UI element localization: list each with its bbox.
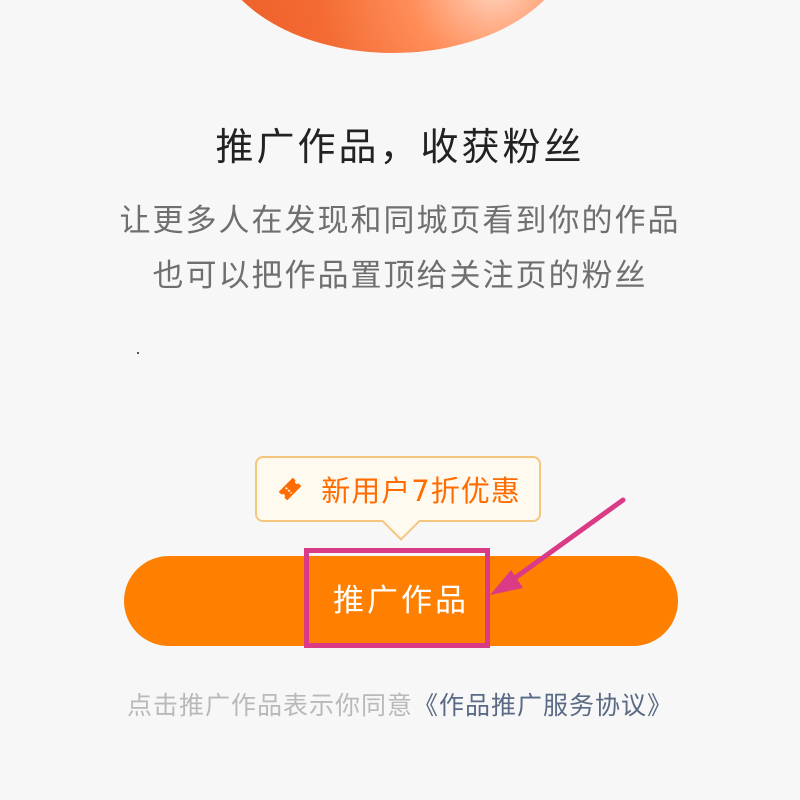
agreement-prefix: 点击推广作品表示你同意	[126, 691, 413, 720]
hero-illustration	[212, 0, 574, 53]
agreement-text: 点击推广作品表示你同意《作品推广服务协议》	[0, 689, 800, 723]
promote-work-button-label: 推广作品	[333, 583, 469, 619]
description-line-2: 也可以把作品置顶给关注页的粉丝	[152, 258, 648, 294]
dot-artifact	[137, 352, 139, 354]
page-title: 推广作品，收获粉丝	[215, 125, 585, 169]
annotation-arrow	[490, 497, 626, 595]
promote-work-button[interactable]: 推广作品	[124, 556, 678, 646]
discount-badge: 新用户7折优惠	[255, 456, 541, 522]
service-agreement-link[interactable]: 《作品推广服务协议》	[413, 691, 673, 720]
promotion-page: 推广作品，收获粉丝 让更多人在发现和同城页看到你的作品 也可以把作品置顶给关注页…	[0, 0, 800, 800]
discount-badge-text: 新用户7折优惠	[321, 474, 521, 508]
ticket-icon	[275, 474, 305, 504]
description-line-1: 让更多人在发现和同城页看到你的作品	[119, 203, 681, 239]
